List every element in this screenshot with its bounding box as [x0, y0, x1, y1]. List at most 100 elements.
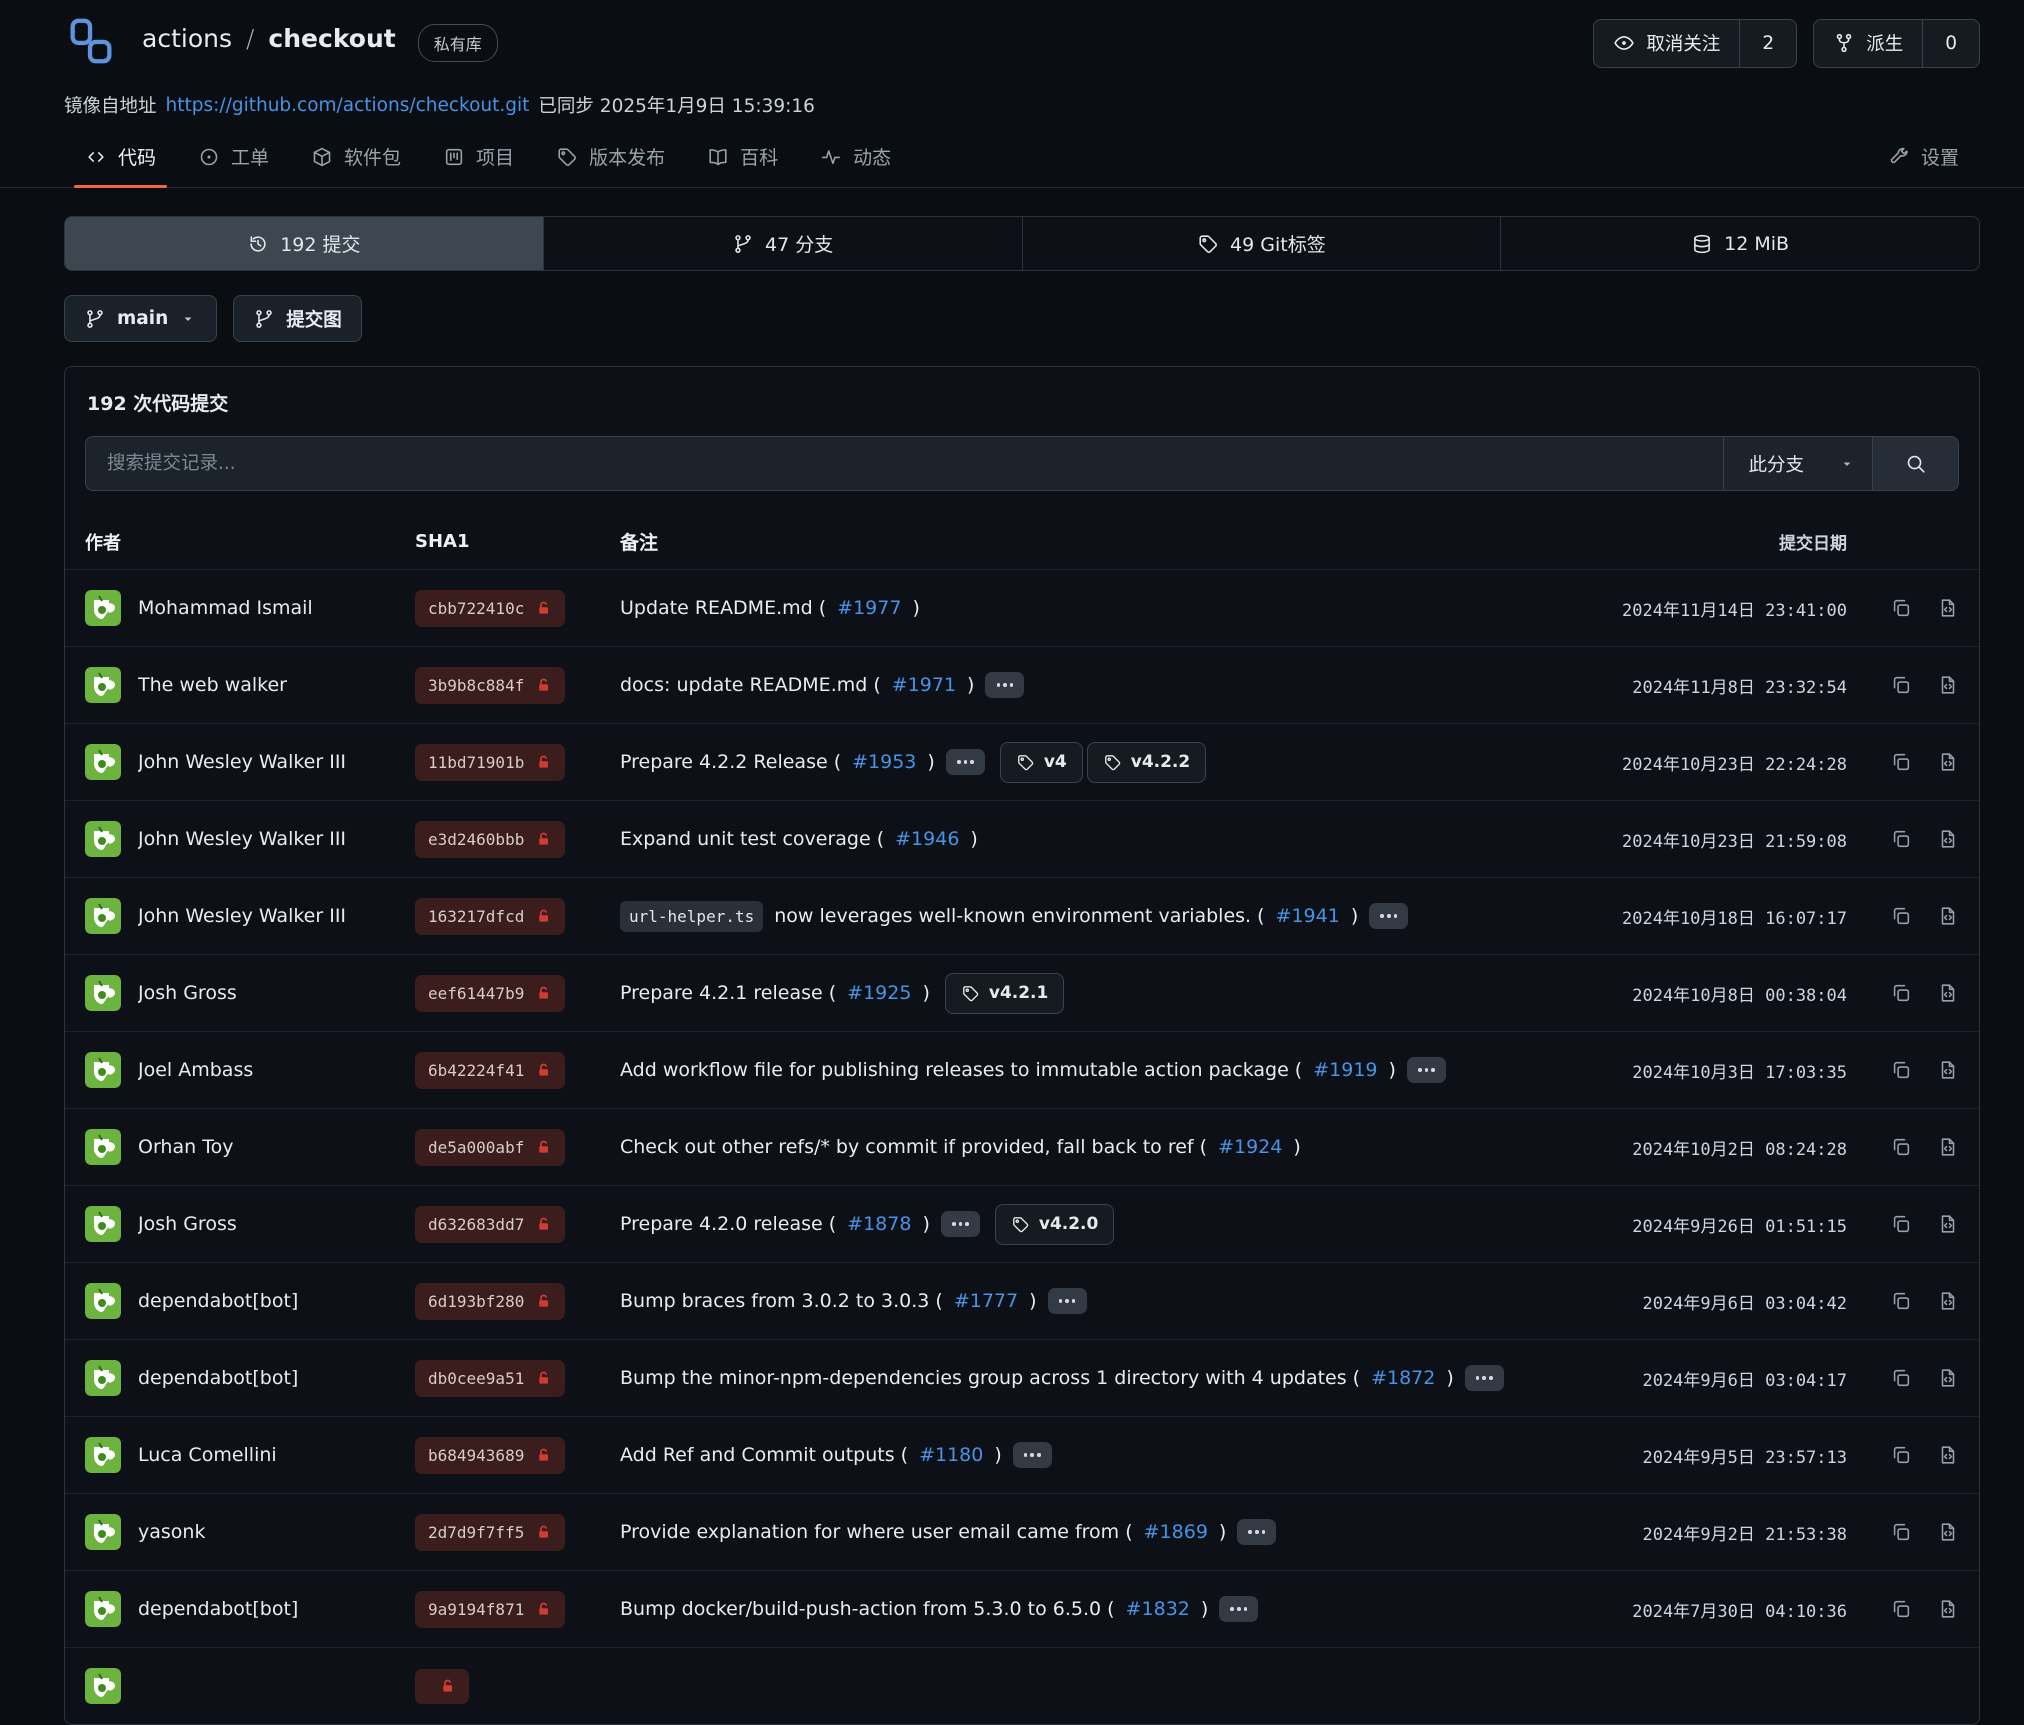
copy-sha-button[interactable] — [1890, 751, 1912, 773]
user-avatar[interactable] — [85, 1437, 121, 1473]
browse-source-button[interactable] — [1937, 828, 1959, 850]
user-avatar[interactable] — [85, 1668, 121, 1704]
copy-sha-button[interactable] — [1890, 597, 1912, 619]
browse-source-button[interactable] — [1937, 982, 1959, 1004]
commit-sha-link[interactable]: b684943689 — [415, 1437, 565, 1474]
unwatch-button[interactable]: 取消关注 — [1594, 20, 1740, 67]
user-avatar[interactable] — [85, 1129, 121, 1165]
commit-sha-link[interactable]: 6d193bf280 — [415, 1283, 565, 1320]
pr-link[interactable]: #1832 — [1126, 1598, 1190, 1620]
browse-source-button[interactable] — [1937, 1521, 1959, 1543]
watchers-count[interactable]: 2 — [1740, 20, 1796, 67]
tab-code[interactable]: 代码 — [64, 128, 177, 187]
commit-sha-link[interactable]: eef61447b9 — [415, 975, 565, 1012]
user-avatar[interactable] — [85, 1283, 121, 1319]
user-avatar[interactable] — [85, 821, 121, 857]
pr-link[interactable]: #1180 — [919, 1444, 983, 1466]
repo-mirror-logo-icon[interactable] — [64, 14, 118, 72]
pr-link[interactable]: #1872 — [1371, 1367, 1435, 1389]
stat-segment-0[interactable]: 192 提交 — [65, 217, 544, 270]
copy-sha-button[interactable] — [1890, 1136, 1912, 1158]
tab-activity[interactable]: 动态 — [799, 128, 912, 187]
browse-source-button[interactable] — [1937, 1598, 1959, 1620]
pr-link[interactable]: #1941 — [1276, 905, 1340, 927]
expand-commit-message-button[interactable] — [1237, 1519, 1276, 1545]
expand-commit-message-button[interactable] — [941, 1211, 980, 1237]
copy-sha-button[interactable] — [1890, 905, 1912, 927]
copy-sha-button[interactable] — [1890, 1367, 1912, 1389]
pr-link[interactable]: #1953 — [852, 751, 916, 773]
expand-commit-message-button[interactable] — [1465, 1365, 1504, 1391]
pr-link[interactable]: #1925 — [847, 982, 911, 1004]
browse-source-button[interactable] — [1937, 905, 1959, 927]
user-avatar[interactable] — [85, 590, 121, 626]
commit-sha-link[interactable]: d632683dd7 — [415, 1206, 565, 1243]
user-avatar[interactable] — [85, 1206, 121, 1242]
user-avatar[interactable] — [85, 1360, 121, 1396]
pr-link[interactable]: #1919 — [1313, 1059, 1377, 1081]
commit-search-input[interactable] — [86, 437, 1723, 490]
pr-link[interactable]: #1924 — [1218, 1136, 1282, 1158]
user-avatar[interactable] — [85, 744, 121, 780]
pr-link[interactable]: #1869 — [1144, 1521, 1208, 1543]
mirror-url-link[interactable]: https://github.com/actions/checkout.git — [166, 95, 530, 116]
branch-scope-dropdown[interactable]: 此分支 — [1723, 437, 1872, 490]
repo-name-link[interactable]: checkout — [268, 24, 395, 53]
commit-sha-link[interactable]: de5a000abf — [415, 1129, 565, 1166]
user-avatar[interactable] — [85, 975, 121, 1011]
browse-source-button[interactable] — [1937, 597, 1959, 619]
stat-segment-1[interactable]: 47 分支 — [544, 217, 1023, 270]
commit-sha-link[interactable]: 163217dfcd — [415, 898, 565, 935]
search-button[interactable] — [1872, 437, 1958, 490]
commit-sha-link[interactable]: db0cee9a51 — [415, 1360, 565, 1397]
pr-link[interactable]: #1946 — [895, 828, 959, 850]
pr-link[interactable]: #1977 — [837, 597, 901, 619]
expand-commit-message-button[interactable] — [985, 672, 1024, 698]
pr-link[interactable]: #1878 — [847, 1213, 911, 1235]
browse-source-button[interactable] — [1937, 1136, 1959, 1158]
tab-wiki[interactable]: 百科 — [686, 128, 799, 187]
user-avatar[interactable] — [85, 1514, 121, 1550]
commit-sha-link[interactable]: 9a9194f871 — [415, 1591, 565, 1628]
tab-projects[interactable]: 项目 — [422, 128, 535, 187]
user-avatar[interactable] — [85, 667, 121, 703]
copy-sha-button[interactable] — [1890, 1059, 1912, 1081]
copy-sha-button[interactable] — [1890, 1444, 1912, 1466]
repo-owner-link[interactable]: actions — [142, 24, 232, 53]
expand-commit-message-button[interactable] — [1369, 903, 1408, 929]
expand-commit-message-button[interactable] — [1048, 1288, 1087, 1314]
copy-sha-button[interactable] — [1890, 828, 1912, 850]
commit-sha-link[interactable] — [415, 1669, 469, 1704]
commit-sha-link[interactable]: 3b9b8c884f — [415, 667, 565, 704]
tag-link[interactable]: v4.2.0 — [995, 1204, 1114, 1245]
forks-count[interactable]: 0 — [1923, 20, 1979, 67]
browse-source-button[interactable] — [1937, 751, 1959, 773]
browse-source-button[interactable] — [1937, 1444, 1959, 1466]
commit-graph-button[interactable]: 提交图 — [233, 295, 362, 342]
expand-commit-message-button[interactable] — [1013, 1442, 1052, 1468]
browse-source-button[interactable] — [1937, 1059, 1959, 1081]
copy-sha-button[interactable] — [1890, 1598, 1912, 1620]
tab-settings[interactable]: 设置 — [1867, 128, 1980, 187]
copy-sha-button[interactable] — [1890, 1521, 1912, 1543]
tag-link[interactable]: v4.2.1 — [945, 973, 1064, 1014]
browse-source-button[interactable] — [1937, 1213, 1959, 1235]
browse-source-button[interactable] — [1937, 674, 1959, 696]
pr-link[interactable]: #1777 — [954, 1290, 1018, 1312]
tag-link[interactable]: v4 — [1000, 742, 1083, 783]
browse-source-button[interactable] — [1937, 1367, 1959, 1389]
tag-link[interactable]: v4.2.2 — [1087, 742, 1206, 783]
pr-link[interactable]: #1971 — [892, 674, 956, 696]
user-avatar[interactable] — [85, 898, 121, 934]
commit-sha-link[interactable]: e3d2460bbb — [415, 821, 565, 858]
expand-commit-message-button[interactable] — [1407, 1057, 1446, 1083]
browse-source-button[interactable] — [1937, 1290, 1959, 1312]
copy-sha-button[interactable] — [1890, 674, 1912, 696]
copy-sha-button[interactable] — [1890, 982, 1912, 1004]
tab-releases[interactable]: 版本发布 — [535, 128, 686, 187]
copy-sha-button[interactable] — [1890, 1290, 1912, 1312]
branch-selector[interactable]: main — [64, 295, 217, 342]
tab-issues[interactable]: 工单 — [177, 128, 290, 187]
stat-segment-3[interactable]: 12 MiB — [1501, 217, 1979, 270]
expand-commit-message-button[interactable] — [1219, 1596, 1258, 1622]
